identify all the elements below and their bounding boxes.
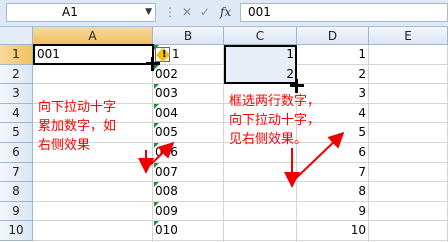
formula-buttons: ⋮ ✕ ✓ fx xyxy=(160,3,240,22)
column-header-d[interactable]: D xyxy=(297,27,369,45)
formula-bar: A1 ▼ ⋮ ✕ ✓ fx 001 xyxy=(0,0,448,27)
row-header-5[interactable]: 5 xyxy=(0,123,33,143)
cancel-icon[interactable]: ✕ xyxy=(182,5,192,19)
cell-d2[interactable]: 2 xyxy=(297,65,366,85)
resize-handle-icon[interactable]: ⋮ xyxy=(164,5,176,19)
gridline xyxy=(368,45,369,242)
cell-d9[interactable]: 9 xyxy=(297,202,366,222)
column-header-b[interactable]: B xyxy=(153,27,224,45)
cell-d6[interactable]: 6 xyxy=(297,143,366,163)
name-box[interactable]: A1 ▼ xyxy=(6,3,156,22)
gridline xyxy=(152,45,153,242)
insert-function-icon[interactable]: fx xyxy=(220,5,231,19)
cell-a1[interactable]: 001 xyxy=(33,44,154,65)
row-header-1[interactable]: 1 xyxy=(0,45,33,65)
column-header-e[interactable]: E xyxy=(369,27,448,45)
select-all-corner[interactable] xyxy=(0,27,33,45)
name-box-value: A1 xyxy=(62,5,78,19)
cell-d10[interactable]: 10 xyxy=(297,221,366,241)
row-header-6[interactable]: 6 xyxy=(0,143,33,163)
column-header-a[interactable]: A xyxy=(33,27,153,45)
row-header-4[interactable]: 4 xyxy=(0,103,33,124)
cell-c1[interactable]: 1 xyxy=(224,45,294,65)
gridline xyxy=(33,181,448,183)
cell-b1[interactable]: 1 xyxy=(172,45,180,65)
cell-d1[interactable]: 1 xyxy=(297,45,366,65)
gridline xyxy=(33,161,448,163)
row-header-3[interactable]: 3 xyxy=(0,84,33,104)
annotation-left-line: 右侧效果 xyxy=(38,138,91,153)
enter-icon[interactable]: ✓ xyxy=(200,5,210,19)
gridline xyxy=(33,240,448,241)
annotation-left-line: 向下拉动十字 xyxy=(38,100,117,115)
row-header-7[interactable]: 7 xyxy=(0,162,33,183)
cell-d7[interactable]: 7 xyxy=(297,163,366,183)
row-header-9[interactable]: 9 xyxy=(0,201,33,222)
chevron-down-icon[interactable]: ▼ xyxy=(145,4,152,21)
gridline xyxy=(33,200,448,202)
annotation-right-line: 向下拉动十字， xyxy=(229,113,321,128)
cell-d8[interactable]: 8 xyxy=(297,182,366,202)
formula-input[interactable]: 001 xyxy=(240,3,448,22)
gridline xyxy=(33,220,448,222)
row-header-8[interactable]: 8 xyxy=(0,182,33,202)
annotation-right-line: 见右侧效果。 xyxy=(229,132,308,147)
cell-c2[interactable]: 2 xyxy=(224,65,294,85)
annotation-left-line: 累加数字，如 xyxy=(38,119,117,134)
column-header-c[interactable]: C xyxy=(224,27,297,45)
annotation-right-line: 框选两行数字， xyxy=(229,94,321,109)
row-header-10[interactable]: 10 xyxy=(0,221,33,241)
row-header-2[interactable]: 2 xyxy=(0,64,33,85)
